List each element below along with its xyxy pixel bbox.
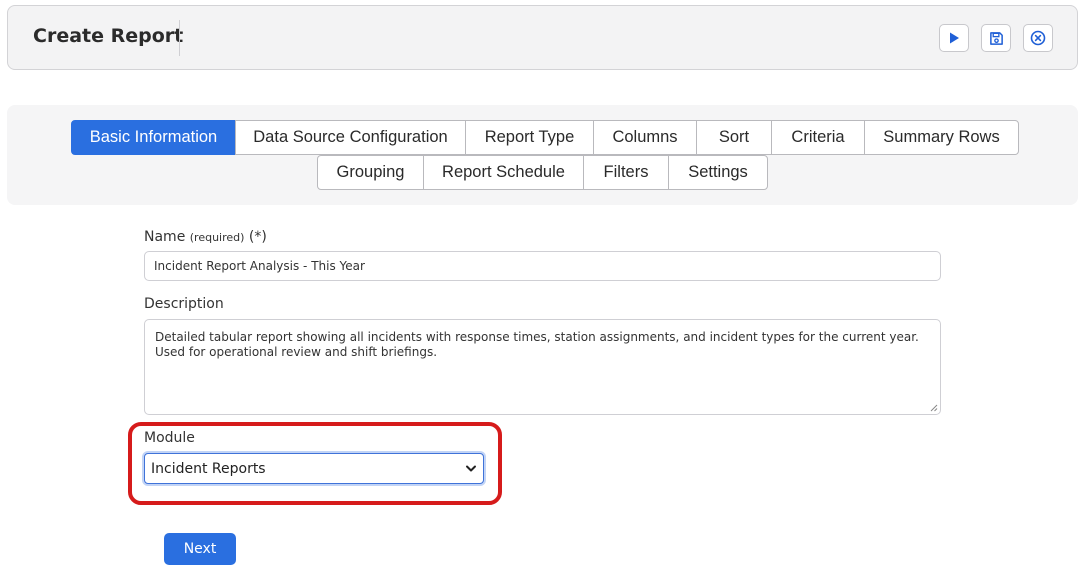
close-button[interactable] [1023, 24, 1053, 52]
page-title: Create Report [33, 25, 184, 47]
floppy-disk-icon [989, 31, 1004, 46]
tab-sort[interactable]: Sort [696, 120, 772, 155]
next-button[interactable]: Next [164, 533, 236, 565]
tabs-panel: Basic Information Data Source Configurat… [7, 105, 1078, 205]
tab-settings[interactable]: Settings [668, 155, 768, 190]
tab-columns[interactable]: Columns [593, 120, 697, 155]
tab-summary-rows[interactable]: Summary Rows [864, 120, 1019, 155]
description-field[interactable]: Detailed tabular report showing all inci… [144, 319, 941, 415]
tab-row-1: Basic Information Data Source Configurat… [71, 120, 1019, 155]
circle-x-icon [1030, 30, 1046, 46]
tab-grouping[interactable]: Grouping [317, 155, 424, 190]
tab-filters[interactable]: Filters [583, 155, 669, 190]
title-divider [179, 20, 180, 56]
module-highlight [128, 422, 502, 505]
resize-handle-icon[interactable] [930, 404, 938, 412]
tab-row-2: Grouping Report Schedule Filters Setting… [317, 155, 768, 190]
description-label: Description [144, 296, 224, 312]
name-label-text: Name [144, 229, 186, 245]
save-button[interactable] [981, 24, 1011, 52]
tab-data-source-configuration[interactable]: Data Source Configuration [235, 120, 466, 155]
play-icon [947, 31, 961, 45]
required-note: (required) [189, 231, 245, 244]
run-button[interactable] [939, 24, 969, 52]
name-label: Name (required) (*) [144, 229, 267, 245]
tab-criteria[interactable]: Criteria [771, 120, 865, 155]
required-asterisk: (*) [248, 229, 267, 245]
page-header: Create Report [7, 5, 1078, 70]
tab-report-type[interactable]: Report Type [465, 120, 594, 155]
name-field[interactable]: Incident Report Analysis - This Year [144, 251, 941, 281]
description-text: Detailed tabular report showing all inci… [155, 330, 919, 359]
tab-basic-information[interactable]: Basic Information [71, 120, 236, 155]
tab-report-schedule[interactable]: Report Schedule [423, 155, 584, 190]
